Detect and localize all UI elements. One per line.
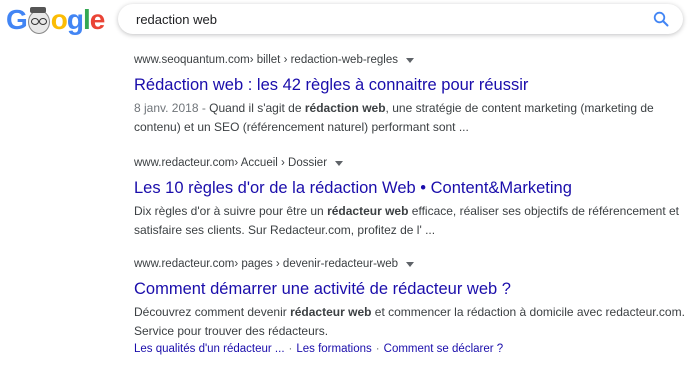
result-title-link[interactable]: Les 10 règles d'or de la rédaction Web •… [134, 177, 694, 199]
logo-letter-l: l [83, 4, 91, 35]
result-domain: www.redacteur.com [134, 258, 235, 270]
sitelink-separator: · [375, 343, 380, 355]
logo-letter-g2: g [66, 4, 84, 35]
snippet-highlight: rédacteur web [290, 305, 372, 319]
result-date: 8 janv. 2018 - [134, 101, 210, 115]
chevron-down-icon[interactable] [406, 262, 414, 267]
snippet-text: Dix règles d'or à suivre pour être un [134, 204, 328, 218]
chevron-down-icon[interactable] [406, 58, 414, 63]
result-domain: www.seoquantum.com [134, 54, 250, 66]
snippet-highlight: rédacteur web [327, 204, 409, 218]
result-title-link[interactable]: Comment démarrer une activité de rédacte… [134, 278, 694, 300]
logo-letter-g: G [6, 4, 28, 35]
sitelink-formations[interactable]: Les formations [296, 343, 371, 355]
search-bar [118, 4, 683, 34]
sitelink-separator: · [288, 343, 293, 355]
result-domain: www.redacteur.com [134, 157, 235, 169]
result-snippet: Dix règles d'or à suivre pour être un ré… [134, 202, 694, 240]
search-icon[interactable] [653, 11, 669, 27]
result-url[interactable]: www.redacteur.com › pages › devenir-reda… [134, 256, 694, 272]
snippet-highlight: rédaction web [304, 101, 386, 115]
result-snippet: 8 janv. 2018 - Quand il s'agit de rédact… [134, 99, 694, 137]
doodle-portrait-icon [27, 7, 51, 34]
result-snippet: Découvrez comment devenir rédacteur web … [134, 303, 694, 341]
search-input[interactable] [136, 11, 636, 27]
logo-letter-e: e [89, 4, 106, 35]
search-result: www.redacteur.com › pages › devenir-reda… [134, 256, 694, 358]
search-result: www.redacteur.com › Accueil › Dossier Le… [134, 155, 694, 240]
snippet-text: Découvrez comment devenir [134, 305, 291, 319]
result-url[interactable]: www.redacteur.com › Accueil › Dossier [134, 155, 694, 171]
sitelinks: Les qualités d'un rédacteur ... · Les form… [134, 341, 694, 358]
search-results-page: G o g l e www.seoquantum.com › billet › … [0, 0, 700, 370]
sitelink-qualites[interactable]: Les qualités d'un rédacteur ... [134, 343, 285, 355]
search-result: www.seoquantum.com › billet › redaction-… [134, 52, 694, 137]
sitelink-declarer[interactable]: Comment se déclarer ? [384, 343, 504, 355]
snippet-text: Quand il s'agit de [209, 101, 305, 115]
result-url[interactable]: www.seoquantum.com › billet › redaction-… [134, 52, 694, 68]
result-breadcrumb: › pages › devenir-redacteur-web [234, 258, 398, 270]
logo-letter-o: o [50, 4, 68, 35]
result-title-link[interactable]: Rédaction web : les 42 règles à connaitr… [134, 74, 694, 96]
result-breadcrumb: › billet › redaction-web-regles [249, 54, 398, 66]
result-breadcrumb: › Accueil › Dossier [234, 157, 328, 169]
google-doodle-logo[interactable]: G o g l e [6, 2, 105, 38]
chevron-down-icon[interactable] [335, 161, 344, 166]
